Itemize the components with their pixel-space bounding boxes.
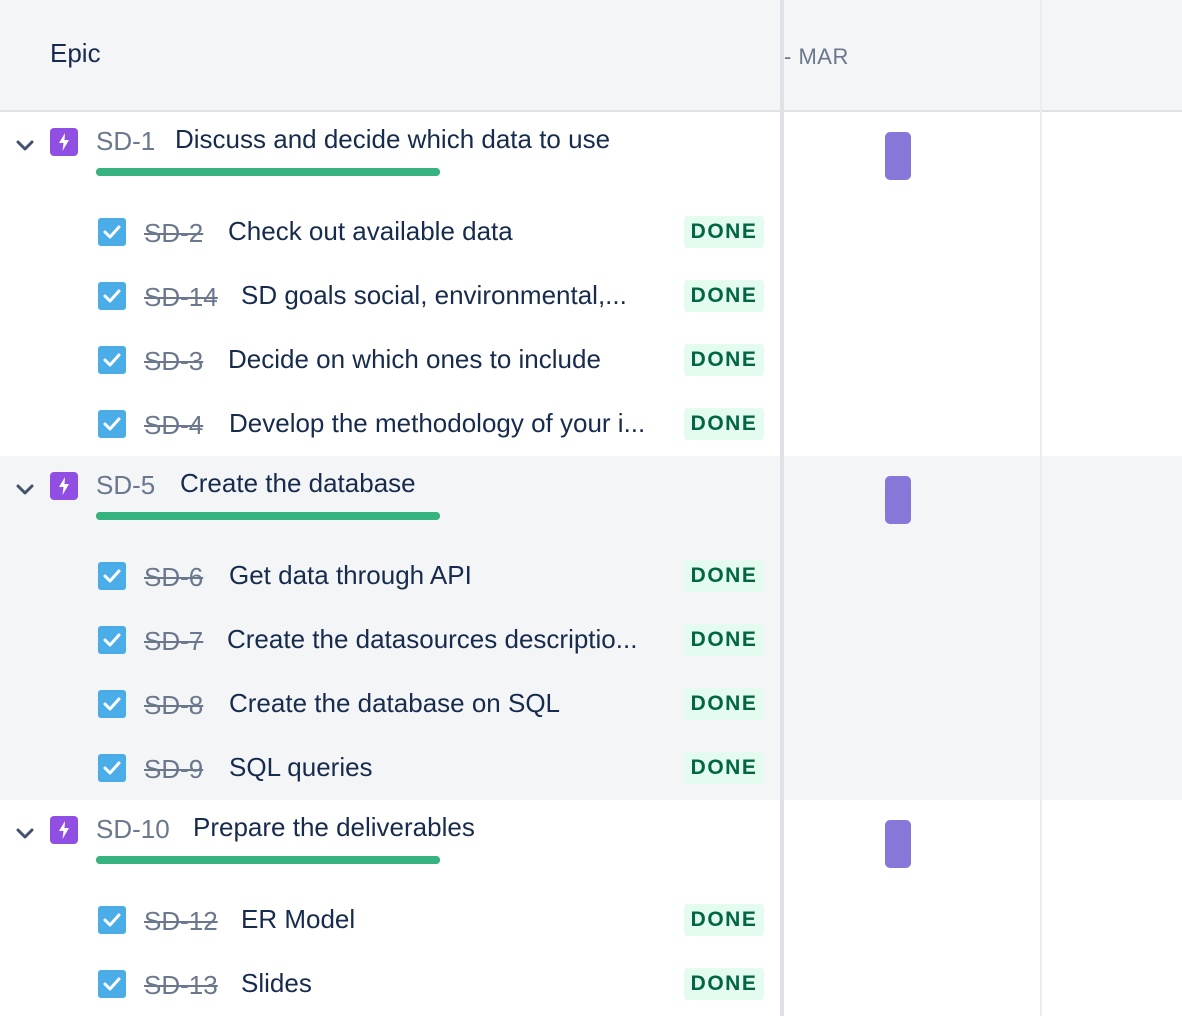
- epic-group: SD-10 Prepare the deliverables SD-12 ER …: [0, 800, 1182, 1016]
- epic-progress-bar: [96, 512, 440, 520]
- month-label: - MAR: [784, 44, 849, 69]
- chevron-down-icon[interactable]: [14, 478, 36, 500]
- checkbox-checked-icon: [98, 218, 126, 246]
- child-issue-summary[interactable]: Get data through API: [229, 560, 677, 591]
- child-issue-summary[interactable]: Slides: [241, 968, 678, 999]
- child-issue-summary[interactable]: Create the database on SQL: [229, 688, 677, 719]
- checkbox-checked-icon: [98, 754, 126, 782]
- status-badge: DONE: [684, 560, 764, 592]
- epic-summary[interactable]: Discuss and decide which data to use: [175, 124, 610, 155]
- epic-key[interactable]: SD-1: [96, 126, 155, 157]
- status-badge: DONE: [684, 752, 764, 784]
- status-badge: DONE: [684, 624, 764, 656]
- epic-progress-bar: [96, 168, 440, 176]
- child-issue-summary[interactable]: Decide on which ones to include: [228, 344, 676, 375]
- epic-column-title: Epic: [50, 38, 101, 68]
- epic-group: SD-5 Create the database SD-6 Get data t…: [0, 456, 1182, 800]
- child-issue-key[interactable]: SD-8: [144, 690, 203, 721]
- checkbox-checked-icon: [98, 562, 126, 590]
- child-issue-row[interactable]: SD-14 SD goals social, environmental,...…: [0, 264, 780, 328]
- status-badge: DONE: [684, 216, 764, 248]
- child-issue-key[interactable]: SD-7: [144, 626, 203, 657]
- epic-summary[interactable]: Create the database: [180, 468, 416, 499]
- child-issue-row[interactable]: SD-7 Create the datasources descriptio..…: [0, 608, 780, 672]
- column-divider[interactable]: [780, 0, 784, 1016]
- checkbox-checked-icon: [98, 346, 126, 374]
- status-badge: DONE: [684, 968, 764, 1000]
- child-issue-key[interactable]: SD-13: [144, 970, 218, 1001]
- timeline-bar-epic[interactable]: [885, 476, 911, 524]
- child-issue-row[interactable]: SD-2 Check out available data DONE: [0, 200, 780, 264]
- epic-column-header: Epic: [0, 0, 780, 110]
- lightning-bolt-icon: [50, 816, 78, 844]
- status-badge: DONE: [684, 344, 764, 376]
- epic-row[interactable]: SD-10 Prepare the deliverables: [0, 800, 780, 876]
- child-issue-key[interactable]: SD-9: [144, 754, 203, 785]
- checkbox-checked-icon: [98, 690, 126, 718]
- child-issue-row[interactable]: SD-6 Get data through API DONE: [0, 544, 780, 608]
- child-issue-row[interactable]: SD-4 Develop the methodology of your i..…: [0, 392, 780, 456]
- status-badge: DONE: [684, 904, 764, 936]
- child-issue-summary[interactable]: Check out available data: [228, 216, 676, 247]
- chevron-down-icon[interactable]: [14, 134, 36, 156]
- timeline-bar-epic[interactable]: [885, 132, 911, 180]
- child-issue-summary[interactable]: Create the datasources descriptio...: [227, 624, 673, 655]
- timeline-bar-epic[interactable]: [885, 820, 911, 868]
- epic-summary[interactable]: Prepare the deliverables: [193, 812, 475, 843]
- epic-progress-bar: [96, 856, 440, 864]
- month-grid-line: [1040, 0, 1042, 1016]
- status-badge: DONE: [684, 408, 764, 440]
- child-issue-summary[interactable]: SD goals social, environmental,...: [241, 280, 678, 311]
- epic-row[interactable]: SD-1 Discuss and decide which data to us…: [0, 112, 780, 188]
- lightning-bolt-icon: [50, 128, 78, 156]
- status-badge: DONE: [684, 688, 764, 720]
- child-issue-row[interactable]: SD-13 Slides DONE: [0, 952, 780, 1016]
- child-issue-key[interactable]: SD-6: [144, 562, 203, 593]
- epic-group: SD-1 Discuss and decide which data to us…: [0, 112, 1182, 456]
- child-issue-key[interactable]: SD-3: [144, 346, 203, 377]
- status-badge: DONE: [684, 280, 764, 312]
- child-issue-row[interactable]: SD-3 Decide on which ones to include DON…: [0, 328, 780, 392]
- child-issue-summary[interactable]: SQL queries: [229, 752, 677, 783]
- child-issue-key[interactable]: SD-14: [144, 282, 218, 313]
- checkbox-checked-icon: [98, 282, 126, 310]
- child-issue-summary[interactable]: Develop the methodology of your i...: [229, 408, 681, 439]
- child-issue-row[interactable]: SD-12 ER Model DONE: [0, 888, 780, 952]
- lightning-bolt-icon: [50, 472, 78, 500]
- checkbox-checked-icon: [98, 970, 126, 998]
- checkbox-checked-icon: [98, 410, 126, 438]
- child-issue-summary[interactable]: ER Model: [241, 904, 678, 935]
- timeline-header: Epic - MAR: [0, 0, 1182, 112]
- child-issue-key[interactable]: SD-4: [144, 410, 203, 441]
- checkbox-checked-icon: [98, 626, 126, 654]
- timeline-view: Epic - MAR SD-1 Discuss and decide which…: [0, 0, 1182, 1016]
- chevron-down-icon[interactable]: [14, 822, 36, 844]
- epic-key[interactable]: SD-5: [96, 470, 155, 501]
- child-issue-row[interactable]: SD-9 SQL queries DONE: [0, 736, 780, 800]
- child-issue-row[interactable]: SD-8 Create the database on SQL DONE: [0, 672, 780, 736]
- child-issue-key[interactable]: SD-2: [144, 218, 203, 249]
- checkbox-checked-icon: [98, 906, 126, 934]
- child-issue-key[interactable]: SD-12: [144, 906, 218, 937]
- epic-key[interactable]: SD-10: [96, 814, 170, 845]
- epic-row[interactable]: SD-5 Create the database: [0, 456, 780, 532]
